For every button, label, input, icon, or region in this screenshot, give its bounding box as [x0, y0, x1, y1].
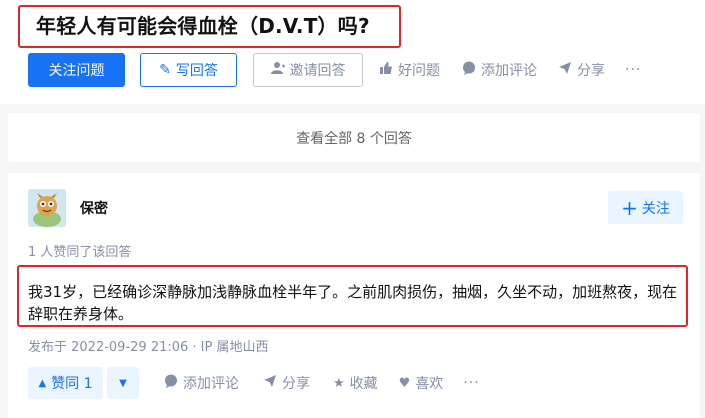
answer-share-button[interactable]: 分享	[263, 373, 310, 393]
invite-user-icon	[270, 61, 285, 79]
voters-count[interactable]: 1 人赞同了该回答	[28, 241, 131, 260]
follow-question-button[interactable]: 关注问题	[28, 53, 125, 87]
paper-plane-icon	[263, 374, 277, 392]
avatar[interactable]	[28, 189, 66, 227]
follow-author-label: 关注	[641, 200, 670, 217]
share-button[interactable]: 分享	[558, 60, 605, 80]
add-comment-label: 添加评论	[481, 63, 537, 79]
collect-label: 收藏	[349, 376, 378, 392]
write-answer-button[interactable]: ✎ 写回答	[140, 53, 237, 87]
more-options-button[interactable]: ···	[625, 62, 641, 78]
heart-icon: ♥	[398, 375, 411, 391]
author-name[interactable]: 保密	[80, 198, 108, 218]
triangle-down-icon: ▼	[119, 377, 127, 389]
good-question-button[interactable]: 好问题	[379, 60, 440, 80]
comment-icon	[462, 61, 476, 79]
answer-actions: ▲ 赞同 1 ▼ 添加评论 分享 ★ 收藏 ♥ 喜欢 ···	[28, 367, 480, 399]
paper-plane-icon	[558, 61, 572, 79]
answer-more-button[interactable]: ···	[463, 375, 479, 391]
triangle-up-icon: ▲	[38, 377, 47, 389]
star-icon: ★	[333, 375, 345, 391]
upvote-label: 赞同 1	[51, 376, 93, 392]
comment-icon	[164, 374, 178, 392]
upvote-button[interactable]: ▲ 赞同 1	[28, 367, 103, 399]
answer-comment-button[interactable]: 添加评论	[164, 373, 239, 393]
thumbs-up-icon	[379, 61, 393, 79]
question-title: 年轻人有可能会得血栓（D.V.T）吗?	[36, 14, 370, 38]
share-label: 分享	[577, 63, 605, 79]
collect-button[interactable]: ★ 收藏	[333, 373, 378, 393]
answer-card: 保密 + 关注 1 人赞同了该回答 我31岁，已经确诊深静脉加浅静脉血栓半年了。…	[8, 173, 700, 418]
write-answer-label: 写回答	[175, 63, 218, 79]
like-label: 喜欢	[415, 376, 444, 392]
good-question-label: 好问题	[398, 63, 440, 79]
pencil-icon: ✎	[159, 62, 171, 78]
question-header: 年轻人有可能会得血栓（D.V.T）吗? 关注问题 ✎ 写回答 邀请回答 好问题 …	[0, 0, 705, 104]
question-actions: 关注问题 ✎ 写回答 邀请回答 好问题 添加评论 分享 ···	[28, 53, 641, 87]
downvote-button[interactable]: ▼	[107, 367, 139, 399]
follow-author-button[interactable]: + 关注	[608, 191, 683, 224]
view-all-answers-button[interactable]: 查看全部 8 个回答	[8, 113, 700, 162]
add-comment-button[interactable]: 添加评论	[462, 60, 537, 80]
answer-comment-label: 添加评论	[183, 376, 239, 392]
answer-share-label: 分享	[282, 376, 310, 392]
answer-meta: 发布于 2022-09-29 21:06 · IP 属地山西	[28, 340, 269, 355]
like-button[interactable]: ♥ 喜欢	[399, 373, 444, 393]
plus-icon: +	[621, 195, 638, 220]
answer-content: 我31岁，已经确诊深静脉加浅静脉血栓半年了。之前肌肉损伤，抽烟，久坐不动，加班熬…	[28, 283, 678, 323]
invite-answer-label: 邀请回答	[289, 63, 346, 79]
invite-answer-button[interactable]: 邀请回答	[253, 53, 363, 87]
